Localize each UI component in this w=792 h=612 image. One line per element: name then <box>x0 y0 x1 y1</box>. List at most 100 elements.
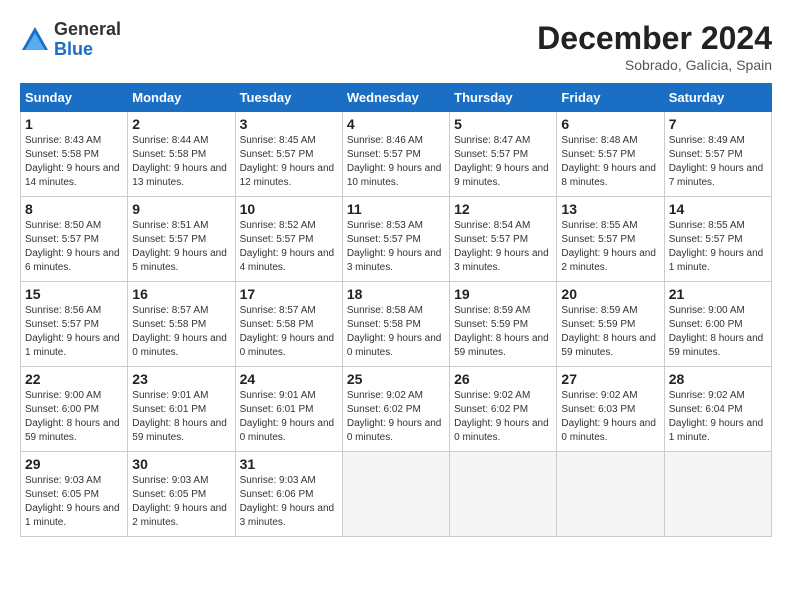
day-info: Sunrise: 9:01 AM Sunset: 6:01 PM Dayligh… <box>132 389 230 445</box>
day-cell: 7 Sunrise: 8:49 AM Sunset: 5:57 PM Dayli… <box>664 112 771 197</box>
day-number: 1 <box>25 116 123 132</box>
day-info: Sunrise: 8:52 AM Sunset: 5:57 PM Dayligh… <box>240 219 338 275</box>
day-info: Sunrise: 8:49 AM Sunset: 5:57 PM Dayligh… <box>669 134 767 190</box>
day-cell: 27 Sunrise: 9:02 AM Sunset: 6:03 PM Dayl… <box>557 367 664 452</box>
calendar-week-row: 22 Sunrise: 9:00 AM Sunset: 6:00 PM Dayl… <box>21 367 772 452</box>
logo-general-text: General <box>54 19 121 39</box>
day-cell: 5 Sunrise: 8:47 AM Sunset: 5:57 PM Dayli… <box>450 112 557 197</box>
day-number: 21 <box>669 286 767 302</box>
header-monday: Monday <box>128 84 235 112</box>
calendar-week-row: 15 Sunrise: 8:56 AM Sunset: 5:57 PM Dayl… <box>21 282 772 367</box>
day-number: 28 <box>669 371 767 387</box>
calendar-header-row: Sunday Monday Tuesday Wednesday Thursday… <box>21 84 772 112</box>
day-info: Sunrise: 8:51 AM Sunset: 5:57 PM Dayligh… <box>132 219 230 275</box>
day-info: Sunrise: 9:02 AM Sunset: 6:03 PM Dayligh… <box>561 389 659 445</box>
day-cell: 14 Sunrise: 8:55 AM Sunset: 5:57 PM Dayl… <box>664 197 771 282</box>
empty-cell <box>450 452 557 537</box>
empty-cell <box>557 452 664 537</box>
day-number: 26 <box>454 371 552 387</box>
day-number: 13 <box>561 201 659 217</box>
logo-text: General Blue <box>54 20 121 60</box>
page-header: General Blue December 2024 Sobrado, Gali… <box>20 20 772 73</box>
day-info: Sunrise: 8:58 AM Sunset: 5:58 PM Dayligh… <box>347 304 445 360</box>
day-cell: 24 Sunrise: 9:01 AM Sunset: 6:01 PM Dayl… <box>235 367 342 452</box>
day-info: Sunrise: 8:53 AM Sunset: 5:57 PM Dayligh… <box>347 219 445 275</box>
day-cell: 19 Sunrise: 8:59 AM Sunset: 5:59 PM Dayl… <box>450 282 557 367</box>
day-number: 31 <box>240 456 338 472</box>
title-block: December 2024 Sobrado, Galicia, Spain <box>537 20 772 73</box>
day-number: 6 <box>561 116 659 132</box>
day-cell: 21 Sunrise: 9:00 AM Sunset: 6:00 PM Dayl… <box>664 282 771 367</box>
day-cell: 9 Sunrise: 8:51 AM Sunset: 5:57 PM Dayli… <box>128 197 235 282</box>
logo-blue-text: Blue <box>54 39 93 59</box>
day-number: 18 <box>347 286 445 302</box>
day-info: Sunrise: 8:43 AM Sunset: 5:58 PM Dayligh… <box>25 134 123 190</box>
day-cell: 31 Sunrise: 9:03 AM Sunset: 6:06 PM Dayl… <box>235 452 342 537</box>
day-info: Sunrise: 8:44 AM Sunset: 5:58 PM Dayligh… <box>132 134 230 190</box>
day-info: Sunrise: 9:03 AM Sunset: 6:05 PM Dayligh… <box>25 474 123 530</box>
header-tuesday: Tuesday <box>235 84 342 112</box>
header-wednesday: Wednesday <box>342 84 449 112</box>
day-number: 16 <box>132 286 230 302</box>
day-info: Sunrise: 8:57 AM Sunset: 5:58 PM Dayligh… <box>132 304 230 360</box>
day-number: 27 <box>561 371 659 387</box>
day-cell: 4 Sunrise: 8:46 AM Sunset: 5:57 PM Dayli… <box>342 112 449 197</box>
header-friday: Friday <box>557 84 664 112</box>
day-info: Sunrise: 9:01 AM Sunset: 6:01 PM Dayligh… <box>240 389 338 445</box>
day-info: Sunrise: 8:57 AM Sunset: 5:58 PM Dayligh… <box>240 304 338 360</box>
logo: General Blue <box>20 20 121 60</box>
empty-cell <box>664 452 771 537</box>
day-number: 25 <box>347 371 445 387</box>
day-number: 2 <box>132 116 230 132</box>
logo-icon <box>20 25 50 55</box>
day-cell: 29 Sunrise: 9:03 AM Sunset: 6:05 PM Dayl… <box>21 452 128 537</box>
day-cell: 30 Sunrise: 9:03 AM Sunset: 6:05 PM Dayl… <box>128 452 235 537</box>
day-cell: 12 Sunrise: 8:54 AM Sunset: 5:57 PM Dayl… <box>450 197 557 282</box>
day-number: 12 <box>454 201 552 217</box>
day-info: Sunrise: 8:56 AM Sunset: 5:57 PM Dayligh… <box>25 304 123 360</box>
day-number: 14 <box>669 201 767 217</box>
day-info: Sunrise: 8:45 AM Sunset: 5:57 PM Dayligh… <box>240 134 338 190</box>
day-info: Sunrise: 8:54 AM Sunset: 5:57 PM Dayligh… <box>454 219 552 275</box>
calendar-week-row: 29 Sunrise: 9:03 AM Sunset: 6:05 PM Dayl… <box>21 452 772 537</box>
day-number: 9 <box>132 201 230 217</box>
day-number: 20 <box>561 286 659 302</box>
day-number: 7 <box>669 116 767 132</box>
day-cell: 20 Sunrise: 8:59 AM Sunset: 5:59 PM Dayl… <box>557 282 664 367</box>
day-info: Sunrise: 9:03 AM Sunset: 6:05 PM Dayligh… <box>132 474 230 530</box>
day-info: Sunrise: 9:02 AM Sunset: 6:02 PM Dayligh… <box>347 389 445 445</box>
day-cell: 8 Sunrise: 8:50 AM Sunset: 5:57 PM Dayli… <box>21 197 128 282</box>
day-number: 15 <box>25 286 123 302</box>
day-info: Sunrise: 9:03 AM Sunset: 6:06 PM Dayligh… <box>240 474 338 530</box>
day-number: 19 <box>454 286 552 302</box>
header-saturday: Saturday <box>664 84 771 112</box>
day-info: Sunrise: 9:00 AM Sunset: 6:00 PM Dayligh… <box>669 304 767 360</box>
day-cell: 15 Sunrise: 8:56 AM Sunset: 5:57 PM Dayl… <box>21 282 128 367</box>
day-info: Sunrise: 9:02 AM Sunset: 6:04 PM Dayligh… <box>669 389 767 445</box>
day-info: Sunrise: 8:55 AM Sunset: 5:57 PM Dayligh… <box>561 219 659 275</box>
day-info: Sunrise: 8:55 AM Sunset: 5:57 PM Dayligh… <box>669 219 767 275</box>
day-number: 10 <box>240 201 338 217</box>
day-number: 24 <box>240 371 338 387</box>
empty-cell <box>342 452 449 537</box>
location-text: Sobrado, Galicia, Spain <box>537 57 772 73</box>
day-cell: 1 Sunrise: 8:43 AM Sunset: 5:58 PM Dayli… <box>21 112 128 197</box>
day-info: Sunrise: 8:46 AM Sunset: 5:57 PM Dayligh… <box>347 134 445 190</box>
day-number: 5 <box>454 116 552 132</box>
day-cell: 2 Sunrise: 8:44 AM Sunset: 5:58 PM Dayli… <box>128 112 235 197</box>
day-number: 3 <box>240 116 338 132</box>
day-number: 23 <box>132 371 230 387</box>
calendar-table: Sunday Monday Tuesday Wednesday Thursday… <box>20 83 772 537</box>
day-cell: 26 Sunrise: 9:02 AM Sunset: 6:02 PM Dayl… <box>450 367 557 452</box>
day-info: Sunrise: 8:50 AM Sunset: 5:57 PM Dayligh… <box>25 219 123 275</box>
day-number: 11 <box>347 201 445 217</box>
calendar-week-row: 8 Sunrise: 8:50 AM Sunset: 5:57 PM Dayli… <box>21 197 772 282</box>
month-title: December 2024 <box>537 20 772 57</box>
day-cell: 13 Sunrise: 8:55 AM Sunset: 5:57 PM Dayl… <box>557 197 664 282</box>
day-info: Sunrise: 9:02 AM Sunset: 6:02 PM Dayligh… <box>454 389 552 445</box>
day-cell: 17 Sunrise: 8:57 AM Sunset: 5:58 PM Dayl… <box>235 282 342 367</box>
day-number: 29 <box>25 456 123 472</box>
header-sunday: Sunday <box>21 84 128 112</box>
calendar-week-row: 1 Sunrise: 8:43 AM Sunset: 5:58 PM Dayli… <box>21 112 772 197</box>
day-cell: 6 Sunrise: 8:48 AM Sunset: 5:57 PM Dayli… <box>557 112 664 197</box>
